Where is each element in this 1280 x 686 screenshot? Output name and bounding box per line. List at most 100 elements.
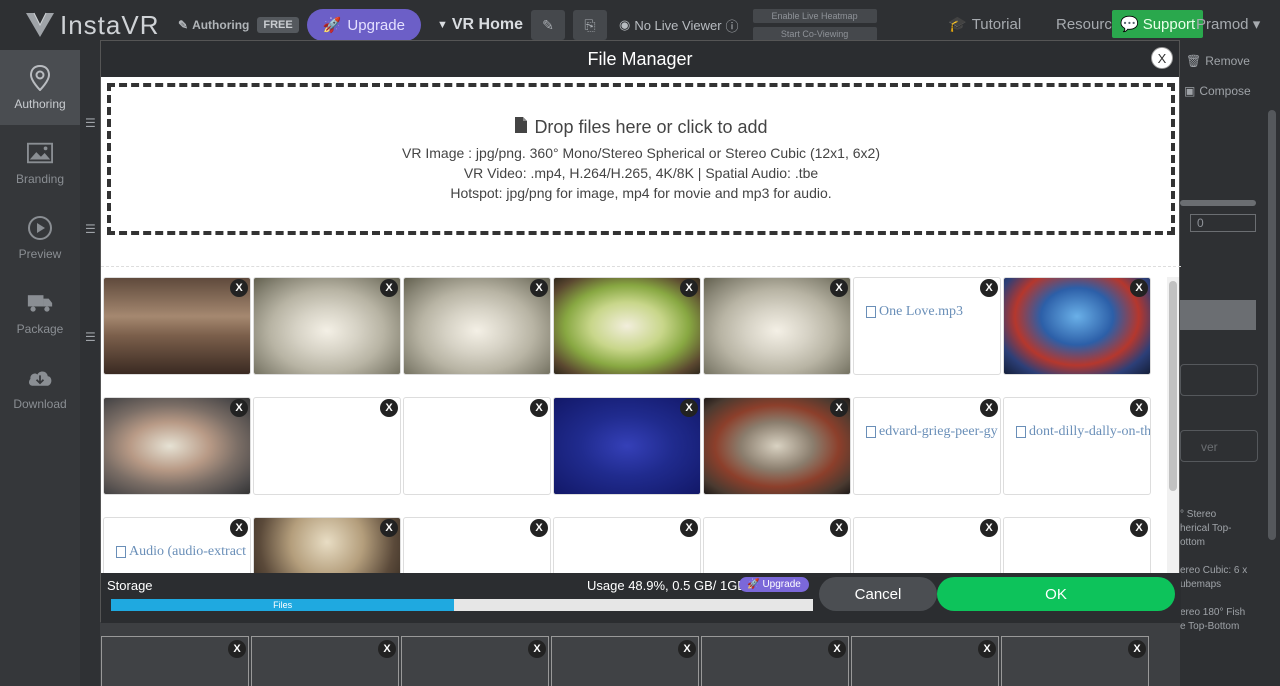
file-tile[interactable]: dont-dilly-dally-on-th X xyxy=(1003,397,1151,495)
remove-file-icon[interactable]: X xyxy=(1130,399,1148,417)
upgrade-button[interactable]: 🚀 Upgrade xyxy=(306,9,421,41)
dropdown-field[interactable] xyxy=(1180,300,1256,330)
compose-button[interactable]: ▣ Compose xyxy=(1184,84,1251,98)
background-file-tile: X xyxy=(101,636,249,686)
image-tile[interactable]: X xyxy=(253,517,401,573)
image-tile[interactable]: X xyxy=(103,397,251,495)
project-dropdown[interactable]: ▼ VR Home xyxy=(437,16,523,34)
storage-label: Storage xyxy=(107,578,153,593)
remove-file-icon[interactable]: X xyxy=(830,519,848,537)
remove-file-icon[interactable]: X xyxy=(530,279,548,297)
stereo-top-bottom-option[interactable]: ° Stereo herical Top- ottom xyxy=(1180,508,1232,550)
remove-file-icon[interactable]: X xyxy=(980,279,998,297)
logo[interactable]: InstaVR xyxy=(24,9,174,41)
file-dropzone[interactable]: Drop files here or click to add VR Image… xyxy=(107,83,1175,235)
file-audio-icon xyxy=(866,306,876,318)
empty-tile[interactable]: X xyxy=(253,397,401,495)
background-settings-panel: 🗑 Remove ▣ Compose 0 ver ° Stereo herica… xyxy=(1180,50,1280,686)
dropzone-hotspot-info: Hotspot: jpg/png for image, mp4 for movi… xyxy=(450,184,832,201)
stereo-cubic-option[interactable]: ereo Cubic: 6 x ubemaps xyxy=(1180,564,1247,592)
remove-file-icon[interactable]: X xyxy=(980,519,998,537)
image-tile[interactable]: X xyxy=(553,277,701,375)
nav-authoring[interactable]: ✎ Authoring xyxy=(178,18,249,32)
remove-file-icon[interactable]: X xyxy=(530,519,548,537)
scroll-strip[interactable] xyxy=(1268,110,1276,540)
tutorial-link[interactable]: 🎓 Tutorial xyxy=(948,15,1022,34)
image-tile[interactable]: X xyxy=(253,277,401,375)
file-label: Audio (audio-extract xyxy=(116,544,246,560)
image-tile[interactable]: X xyxy=(703,277,851,375)
file-tile[interactable]: Audio (audio-extract X xyxy=(103,517,251,573)
truck-icon xyxy=(27,290,53,316)
image-tile[interactable]: X xyxy=(1003,277,1151,375)
sidebar-item-package[interactable]: Package xyxy=(0,275,80,350)
slider-track[interactable] xyxy=(1180,200,1256,206)
image-tile[interactable]: X xyxy=(553,397,701,495)
dropzone-image-info: VR Image : jpg/png. 360° Mono/Stereo Sph… xyxy=(402,144,880,161)
chat-icon: 💬 xyxy=(1120,16,1139,33)
option-field[interactable] xyxy=(1180,364,1258,396)
edit-project-button[interactable]: ✎ xyxy=(530,10,565,40)
sidebar-item-download[interactable]: Download xyxy=(0,350,80,425)
file-audio-icon xyxy=(866,426,876,438)
remove-file-icon[interactable]: X xyxy=(1130,519,1148,537)
remove-file-icon[interactable]: X xyxy=(830,279,848,297)
empty-tile[interactable]: X xyxy=(853,517,1001,573)
support-button[interactable]: 💬 Support xyxy=(1112,10,1204,38)
scrollbar-thumb[interactable] xyxy=(1169,281,1177,491)
sidebar-item-branding[interactable]: Branding xyxy=(0,125,80,200)
empty-tile[interactable]: X xyxy=(1003,517,1151,573)
pencil-icon: ✎ xyxy=(542,16,554,33)
remove-file-icon[interactable]: X xyxy=(230,279,248,297)
close-icon[interactable]: X xyxy=(1151,47,1173,69)
remove-file-icon[interactable]: X xyxy=(980,399,998,417)
image-tile[interactable]: X xyxy=(103,277,251,375)
ok-button[interactable]: OK xyxy=(937,577,1175,611)
grid-scrollbar[interactable] xyxy=(1167,277,1179,573)
remove-file-icon[interactable]: X xyxy=(380,519,398,537)
user-menu[interactable]: Pramod ▾ xyxy=(1196,15,1260,33)
sidebar-item-preview[interactable]: Preview xyxy=(0,200,80,275)
remove-file-icon[interactable]: X xyxy=(830,399,848,417)
remove-file-icon[interactable]: X xyxy=(680,279,698,297)
remove-file-icon[interactable]: X xyxy=(680,399,698,417)
modal-title: File Manager xyxy=(587,48,693,69)
remove-file-icon: X xyxy=(378,640,396,658)
remove-file-icon[interactable]: X xyxy=(530,399,548,417)
start-coviewing-button[interactable]: Start Co-Viewing xyxy=(752,27,877,41)
sidebar-label-package: Package xyxy=(16,321,64,336)
remove-file-icon[interactable]: X xyxy=(380,399,398,417)
file-tile[interactable]: edvard-grieg-peer-gy X xyxy=(853,397,1001,495)
background-canvas xyxy=(80,50,100,686)
remove-file-icon[interactable]: X xyxy=(380,279,398,297)
storage-upgrade-button[interactable]: 🚀 Upgrade xyxy=(739,577,809,592)
empty-tile[interactable]: X xyxy=(403,397,551,495)
remove-file-icon[interactable]: X xyxy=(1130,279,1148,297)
stereo-fisheye-option[interactable]: ereo 180° Fish e Top-Bottom xyxy=(1180,606,1245,634)
background-file-tile: X xyxy=(1001,636,1149,686)
sidebar-item-authoring[interactable]: Authoring xyxy=(0,50,80,125)
image-tile[interactable]: X xyxy=(703,397,851,495)
user-name: Pramod xyxy=(1196,16,1249,33)
logo-mark-icon xyxy=(24,9,56,41)
image-tile[interactable]: X xyxy=(403,277,551,375)
empty-tile[interactable]: X xyxy=(553,517,701,573)
cancel-button[interactable]: Cancel xyxy=(819,577,937,611)
add-file-button[interactable]: ⎘ xyxy=(572,10,607,40)
number-input[interactable]: 0 xyxy=(1190,214,1256,232)
tutorial-label: Tutorial xyxy=(971,15,1022,33)
remove-file-icon: X xyxy=(228,640,246,658)
live-viewer-toggle[interactable]: ◉ No Live Viewer ⓘ xyxy=(619,16,739,35)
remove-file-icon[interactable]: X xyxy=(680,519,698,537)
remove-button[interactable]: 🗑 Remove xyxy=(1186,54,1250,68)
remove-file-icon[interactable]: X xyxy=(230,399,248,417)
file-label: edvard-grieg-peer-gy xyxy=(866,424,998,440)
file-name: dont-dilly-dally-on-th xyxy=(1029,424,1151,439)
empty-tile[interactable]: X xyxy=(703,517,851,573)
viewer-field[interactable]: ver xyxy=(1180,430,1258,462)
background-file-tile: X xyxy=(401,636,549,686)
empty-tile[interactable]: X xyxy=(403,517,551,573)
enable-heatmap-button[interactable]: Enable Live Heatmap xyxy=(752,9,877,23)
remove-file-icon[interactable]: X xyxy=(230,519,248,537)
file-tile[interactable]: One Love.mp3 X xyxy=(853,277,1001,375)
